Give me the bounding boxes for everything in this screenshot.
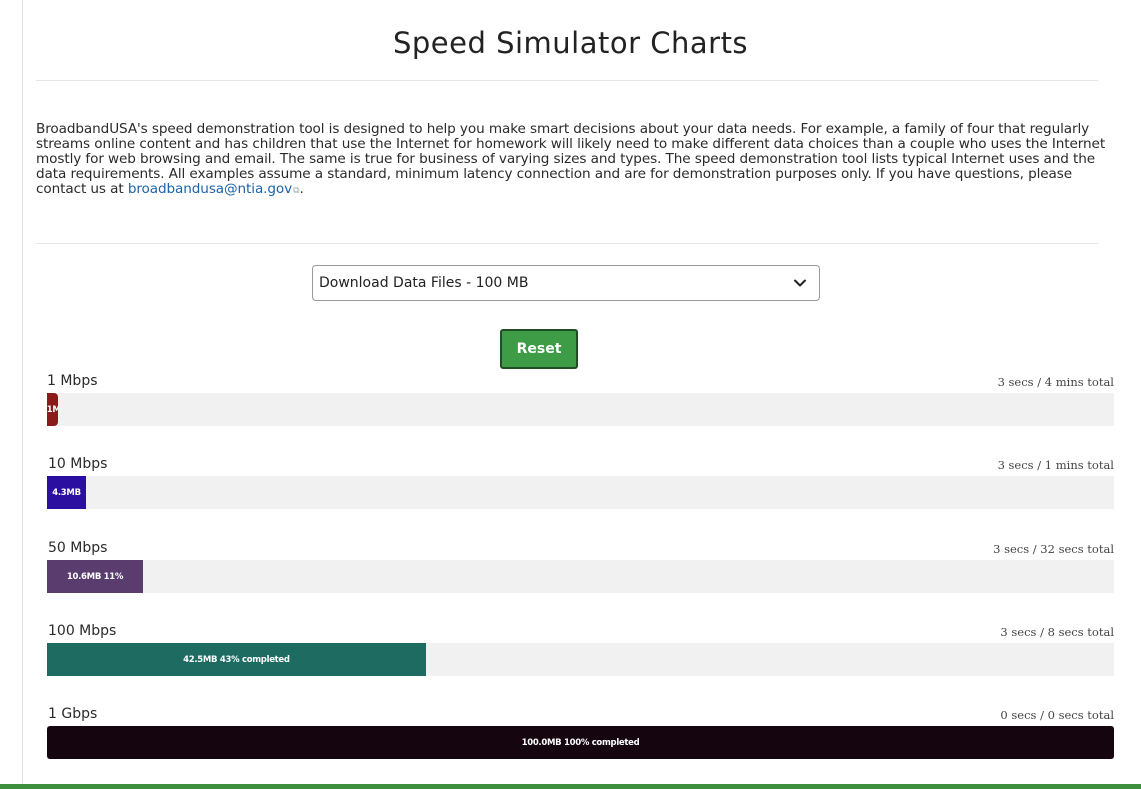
progress-track: 100.0MB 100% completed bbox=[47, 726, 1114, 759]
speed-time: 3 secs / 32 secs total bbox=[993, 542, 1114, 556]
page-title: Speed Simulator Charts bbox=[392, 26, 749, 60]
scenario-select-value: Download Data Files - 100 MB bbox=[319, 275, 529, 291]
reset-button[interactable]: Reset bbox=[500, 329, 578, 369]
speed-time: 0 secs / 0 secs total bbox=[1000, 708, 1114, 722]
progress-fill: 10.6MB 11% bbox=[47, 560, 143, 593]
speed-time: 3 secs / 8 secs total bbox=[1000, 625, 1114, 639]
title-divider bbox=[36, 80, 1098, 81]
progress-track: 1.1MB bbox=[47, 393, 1114, 426]
speed-time: 3 secs / 4 mins total bbox=[997, 375, 1114, 389]
progress-track: 10.6MB 11% bbox=[47, 560, 1114, 593]
intro-trailing: . bbox=[299, 181, 304, 197]
progress-track: 4.3MB bbox=[47, 476, 1114, 509]
progress-fill: 42.5MB 43% completed bbox=[47, 643, 426, 676]
intro-paragraph: BroadbandUSA's speed demonstration tool … bbox=[36, 122, 1106, 199]
speed-label: 10 Mbps bbox=[48, 456, 108, 472]
chevron-down-icon bbox=[794, 279, 806, 287]
progress-fill: 100.0MB 100% completed bbox=[47, 726, 1114, 759]
footer-accent-bar bbox=[0, 784, 1141, 789]
scenario-select[interactable]: Download Data Files - 100 MB bbox=[312, 265, 820, 301]
left-border bbox=[22, 0, 23, 789]
speed-simulator-page: Speed Simulator Charts BroadbandUSA's sp… bbox=[0, 0, 1141, 789]
intro-divider bbox=[36, 243, 1098, 244]
speed-label: 100 Mbps bbox=[48, 623, 117, 639]
progress-fill: 4.3MB bbox=[47, 476, 86, 509]
speed-label: 50 Mbps bbox=[48, 540, 108, 556]
progress-fill: 1.1MB bbox=[47, 393, 58, 426]
speed-label: 1 Gbps bbox=[48, 706, 98, 722]
speed-label: 1 Mbps bbox=[47, 373, 98, 389]
speed-time: 3 secs / 1 mins total bbox=[997, 458, 1114, 472]
progress-track: 42.5MB 43% completed bbox=[47, 643, 1114, 676]
contact-email-link[interactable]: broadbandusa@ntia.gov bbox=[128, 181, 292, 197]
